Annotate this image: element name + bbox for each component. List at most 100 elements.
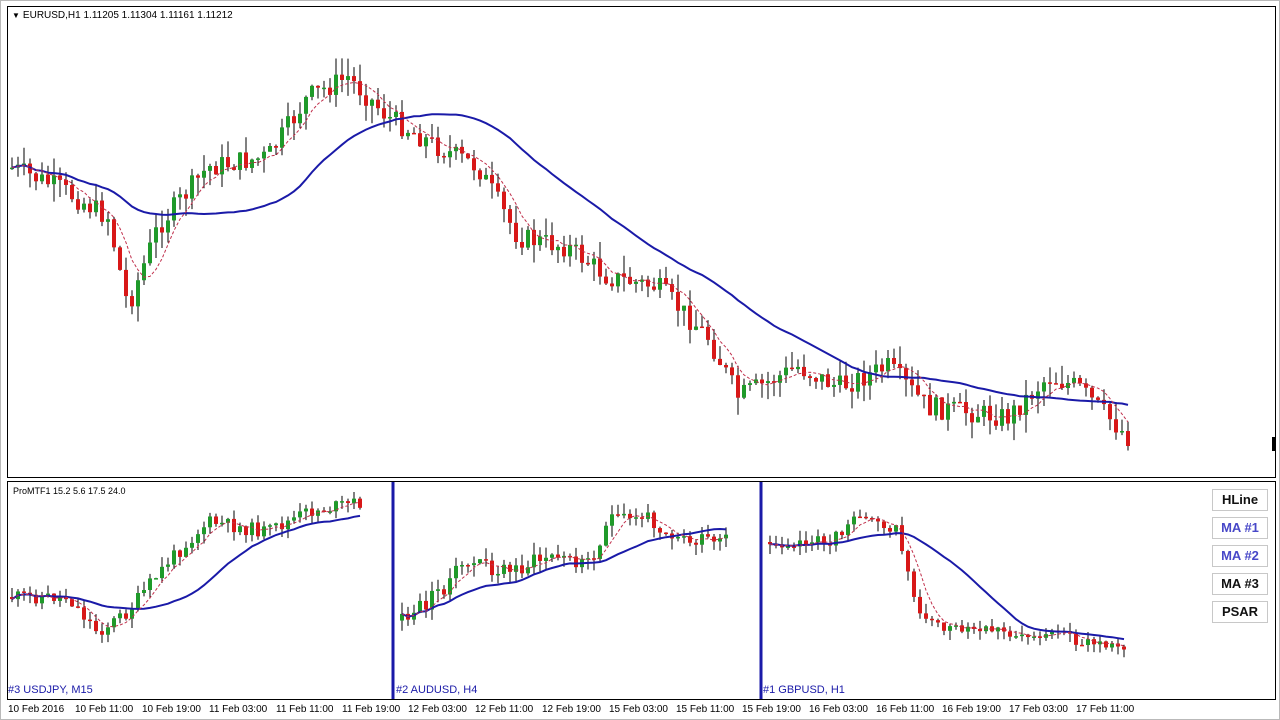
candle-body xyxy=(244,526,248,536)
candles-group xyxy=(400,503,728,631)
time-label: 10 Feb 2016 xyxy=(8,704,65,715)
candle-body xyxy=(520,242,524,248)
subchart-label-audusd[interactable]: #2 AUDUSD, H4 xyxy=(396,684,477,696)
ma-slow-line xyxy=(11,514,361,610)
candle-body xyxy=(448,151,452,158)
candle-body xyxy=(532,554,536,568)
candle-body xyxy=(394,111,398,117)
candle-body xyxy=(604,276,608,284)
candle-body xyxy=(256,158,260,160)
subchart-label-usdjpy[interactable]: #3 USDJPY, M15 xyxy=(8,684,93,696)
candle-body xyxy=(1114,419,1118,433)
candle-body xyxy=(846,524,850,536)
candle-body xyxy=(136,280,140,307)
multi-timeframe-panel: ProMTF1 15.2 5.6 17.5 24.0 #3 USDJPY, M1… xyxy=(7,481,1276,700)
candle-body xyxy=(424,600,428,610)
candle-body xyxy=(1090,387,1094,398)
candle-body xyxy=(936,620,940,623)
candle-body xyxy=(346,501,350,504)
candle-body xyxy=(352,76,356,82)
candle-body xyxy=(94,200,98,213)
subchart-label-gbpusd[interactable]: #1 GBPUSD, H1 xyxy=(763,684,845,696)
candle-body xyxy=(454,565,458,579)
candle-body xyxy=(942,622,946,631)
candle-body xyxy=(1108,404,1112,420)
candle-body xyxy=(706,534,710,537)
ma3-button[interactable]: MA #3 xyxy=(1212,573,1268,595)
candle-body xyxy=(178,194,182,198)
candle-body xyxy=(88,619,92,622)
candle-body xyxy=(778,375,782,383)
candle-body xyxy=(664,532,668,535)
candle-body xyxy=(676,291,680,311)
time-label: 12 Feb 03:00 xyxy=(408,704,467,715)
candle-body xyxy=(166,220,170,233)
time-label: 16 Feb 03:00 xyxy=(809,704,868,715)
candle-body xyxy=(748,383,752,385)
candle-body xyxy=(40,174,44,182)
candle-body xyxy=(598,545,602,559)
candle-body xyxy=(484,174,488,180)
candle-body xyxy=(106,627,110,635)
candle-body xyxy=(784,367,788,376)
candle-body xyxy=(1078,377,1082,384)
candle-body xyxy=(556,246,560,251)
candle-body xyxy=(274,146,278,148)
candle-body xyxy=(948,626,952,631)
psar-button[interactable]: PSAR xyxy=(1212,601,1268,623)
candle-body xyxy=(1042,382,1046,392)
candle-body xyxy=(652,512,656,529)
time-label: 12 Feb 19:00 xyxy=(542,704,601,715)
candle-body xyxy=(316,85,320,88)
candle-body xyxy=(226,157,230,168)
candle-body xyxy=(160,566,164,579)
candle-body xyxy=(1018,405,1022,415)
candle-body xyxy=(1086,639,1090,646)
candle-body xyxy=(190,175,194,199)
candle-body xyxy=(244,152,248,168)
candle-body xyxy=(826,374,830,387)
candle-body xyxy=(52,175,56,185)
candles-group xyxy=(10,491,362,643)
candle-body xyxy=(400,111,404,137)
candle-body xyxy=(526,229,530,248)
candle-body xyxy=(1104,641,1108,648)
candle-body xyxy=(292,517,296,521)
main-chart-panel[interactable]: ▼ EURUSD,H1 1.11205 1.11304 1.11161 1.112… xyxy=(7,6,1276,478)
candle-body xyxy=(70,599,74,607)
candle-body xyxy=(1096,397,1100,400)
candle-body xyxy=(1000,409,1004,426)
candle-body xyxy=(900,525,904,551)
candle-body xyxy=(196,534,200,543)
candle-body xyxy=(130,296,134,307)
ma2-button[interactable]: MA #2 xyxy=(1212,545,1268,567)
candle-body xyxy=(160,227,164,233)
candle-body xyxy=(106,219,110,222)
candle-body xyxy=(124,269,128,297)
candle-body xyxy=(682,305,686,311)
hline-button[interactable]: HLine xyxy=(1212,489,1268,511)
time-label: 15 Feb 19:00 xyxy=(742,704,801,715)
candle-body xyxy=(808,376,812,379)
candle-body xyxy=(250,522,254,536)
ma1-button[interactable]: MA #1 xyxy=(1212,517,1268,539)
eurusd-candlestick-chart xyxy=(10,58,1275,451)
candles-group xyxy=(768,509,1126,658)
time-label: 11 Feb 03:00 xyxy=(209,704,268,715)
candle-body xyxy=(514,565,518,572)
candle-body xyxy=(1066,382,1070,388)
candle-body xyxy=(352,498,356,504)
candle-body xyxy=(40,596,44,604)
candle-body xyxy=(82,607,86,620)
candle-body xyxy=(580,244,584,263)
candle-body xyxy=(118,247,122,270)
candle-body xyxy=(178,550,182,557)
candle-body xyxy=(70,184,74,200)
candle-body xyxy=(754,379,758,384)
candle-body xyxy=(202,170,206,178)
candle-body xyxy=(852,516,856,525)
candle-body xyxy=(76,199,80,210)
candle-body xyxy=(988,405,992,421)
candle-body xyxy=(418,133,422,147)
candle-body xyxy=(358,498,362,508)
